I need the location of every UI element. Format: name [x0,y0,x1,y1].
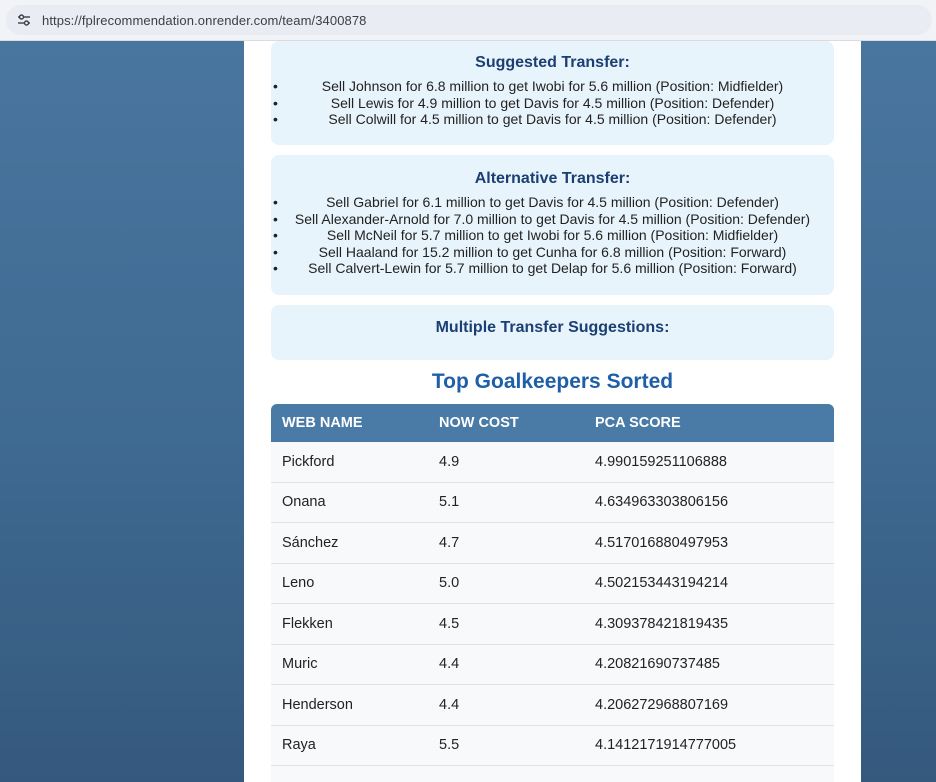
column-header-now-cost: NOW COST [428,404,584,442]
goalkeepers-table: WEB NAME NOW COST PCA SCORE Pickford 4.9… [271,404,834,782]
browser-toolbar: https://fplrecommendation.onrender.com/t… [0,0,936,41]
suggested-transfer-card: Suggested Transfer: Sell Johnson for 6.8… [271,41,834,145]
table-row: Pickford 4.9 4.990159251106888 [271,442,834,483]
url-text[interactable]: https://fplrecommendation.onrender.com/t… [42,13,367,28]
cell-pca-score: 4.990159251106888 [584,442,834,483]
cell-web-name: Raya [271,725,428,766]
table-row: Muric 4.4 4.20821690737485 [271,644,834,685]
tune-icon[interactable] [14,10,34,30]
list-item: Sell Haaland for 15.2 million to get Cun… [271,244,834,261]
cell-web-name: Muric [271,644,428,685]
cell-web-name: Leno [271,563,428,604]
list-item: Sell Gabriel for 6.1 million to get Davi… [271,194,834,211]
cell-pca-score: 4.309378421819435 [584,604,834,645]
list-item: Sell Colwill for 4.5 million to get Davi… [271,111,834,128]
alternative-transfer-card: Alternative Transfer: Sell Gabriel for 6… [271,155,834,295]
cell-web-name [271,766,428,782]
cell-web-name: Pickford [271,442,428,483]
column-header-web-name: WEB NAME [271,404,428,442]
cell-web-name: Henderson [271,685,428,726]
table-row: Flekken 4.5 4.309378421819435 [271,604,834,645]
table-row: Leno 5.0 4.502153443194214 [271,563,834,604]
cell-pca-score [584,766,834,782]
column-header-pca-score: PCA SCORE [584,404,834,442]
cell-now-cost [428,766,584,782]
cell-pca-score: 4.502153443194214 [584,563,834,604]
cell-now-cost: 5.5 [428,725,584,766]
table-row: Henderson 4.4 4.206272968807169 [271,685,834,726]
list-item: Sell Alexander-Arnold for 7.0 million to… [271,211,834,228]
list-item: Sell Johnson for 6.8 million to get Iwob… [271,78,834,95]
list-item: Sell McNeil for 5.7 million to get Iwobi… [271,227,834,244]
cell-now-cost: 4.5 [428,604,584,645]
cell-pca-score: 4.1412171914777005 [584,725,834,766]
suggested-transfer-title: Suggested Transfer: [475,54,630,71]
alternative-transfer-title: Alternative Transfer: [474,170,631,187]
cell-pca-score: 4.634963303806156 [584,482,834,523]
cell-now-cost: 4.9 [428,442,584,483]
table-row [271,766,834,782]
table-row: Sánchez 4.7 4.517016880497953 [271,523,834,564]
alternative-transfer-list: Sell Gabriel for 6.1 million to get Davi… [271,194,834,277]
cell-pca-score: 4.20821690737485 [584,644,834,685]
main-content: Suggested Transfer: Sell Johnson for 6.8… [244,41,861,782]
cell-web-name: Flekken [271,604,428,645]
multiple-transfer-card: Multiple Transfer Suggestions: [271,305,834,360]
cell-pca-score: 4.517016880497953 [584,523,834,564]
suggested-transfer-list: Sell Johnson for 6.8 million to get Iwob… [271,78,834,128]
cell-now-cost: 4.4 [428,685,584,726]
table-row: Onana 5.1 4.634963303806156 [271,482,834,523]
cell-now-cost: 5.0 [428,563,584,604]
cell-web-name: Sánchez [271,523,428,564]
table-header-row: WEB NAME NOW COST PCA SCORE [271,404,834,442]
table-row: Raya 5.5 4.1412171914777005 [271,725,834,766]
cell-web-name: Onana [271,482,428,523]
address-bar[interactable]: https://fplrecommendation.onrender.com/t… [6,5,932,35]
list-item: Sell Lewis for 4.9 million to get Davis … [271,95,834,112]
goalkeepers-heading: Top Goalkeepers Sorted [431,370,674,393]
cell-now-cost: 4.4 [428,644,584,685]
multiple-transfer-title: Multiple Transfer Suggestions: [435,319,670,336]
cell-now-cost: 5.1 [428,482,584,523]
list-item: Sell Calvert-Lewin for 5.7 million to ge… [271,260,834,277]
cell-pca-score: 4.206272968807169 [584,685,834,726]
cell-now-cost: 4.7 [428,523,584,564]
